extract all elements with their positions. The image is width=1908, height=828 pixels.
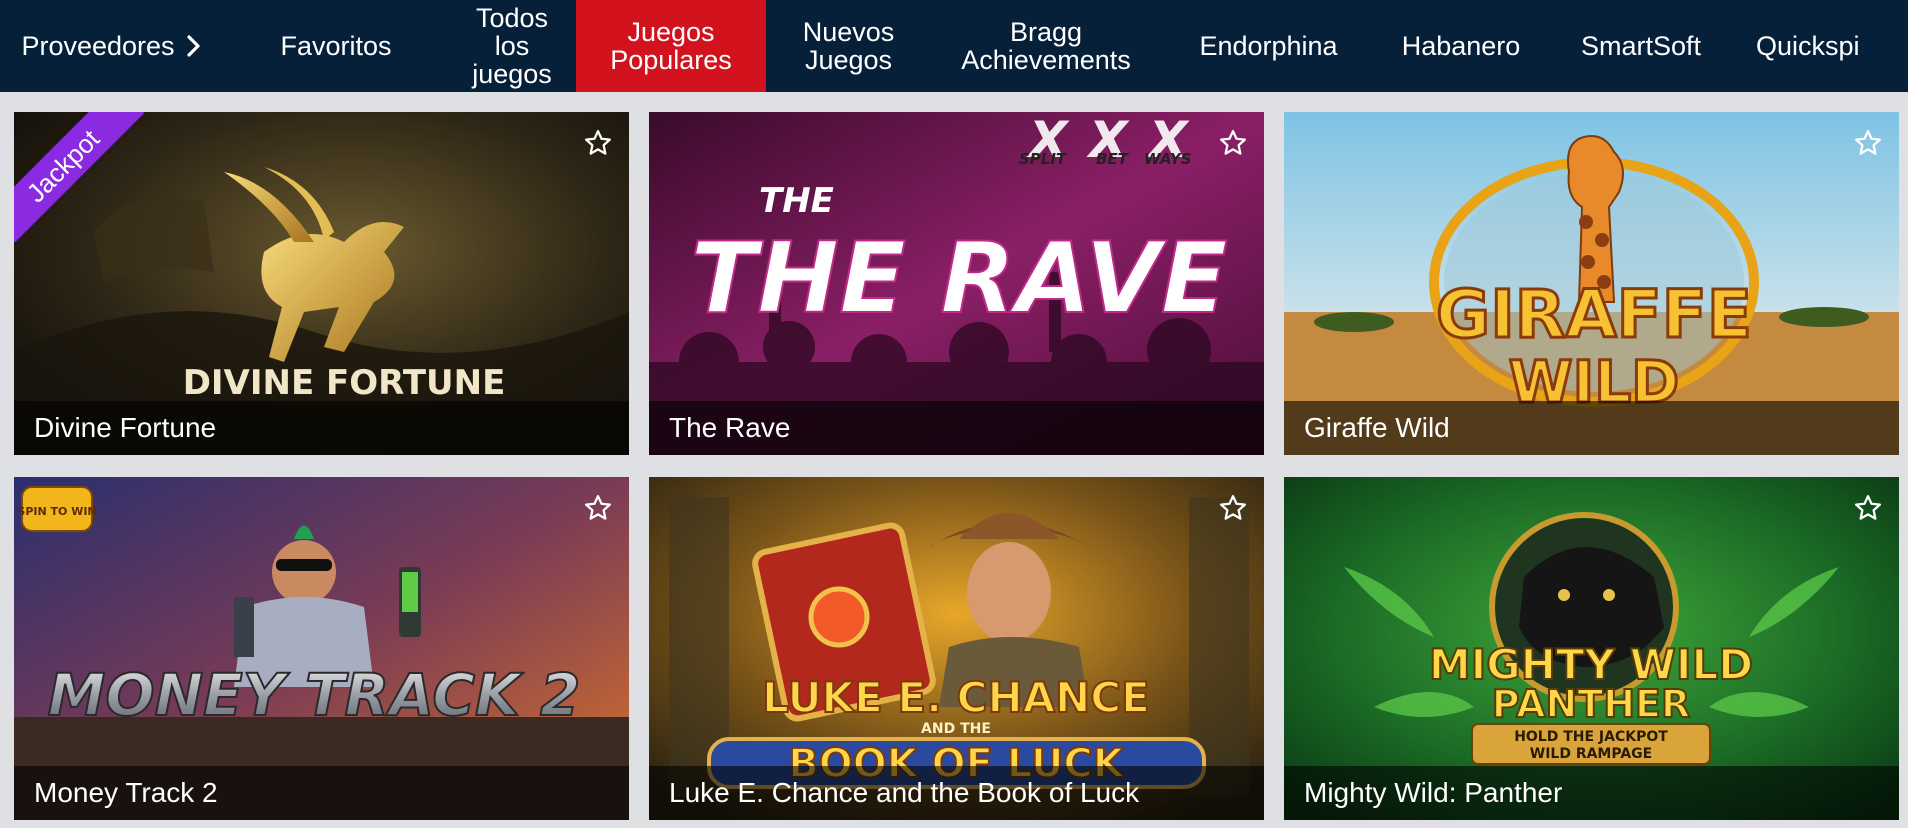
game-title: Money Track 2 — [14, 766, 629, 820]
game-art-title: DIVINE FORTUNE — [183, 363, 506, 403]
star-outline-icon — [585, 495, 611, 520]
feature-mark: WAYS — [1144, 150, 1192, 168]
game-title: The Rave — [649, 401, 1264, 455]
favorite-button[interactable] — [583, 128, 613, 158]
nav-item-endorphina[interactable]: Endorphina — [1161, 0, 1376, 92]
nav-item-providers[interactable]: Proveedores — [0, 0, 224, 92]
nav-item-label: Habanero — [1401, 31, 1521, 61]
game-title: Luke E. Chance and the Book of Luck — [649, 766, 1264, 820]
nav-item-habanero[interactable]: Habanero — [1376, 0, 1546, 92]
favorite-button[interactable] — [1218, 128, 1248, 158]
nav-item-label: Juegos Populares — [610, 17, 732, 75]
game-card-mighty-wild-panther[interactable]: MIGHTY WILD PANTHER HOLD THE JACKPOT WIL… — [1284, 477, 1899, 820]
nav-item-bragg-achievements[interactable]: Bragg Achievements — [931, 0, 1161, 92]
nav-item-label: Endorphina — [1199, 31, 1338, 61]
game-title: Giraffe Wild — [1284, 401, 1899, 455]
nav-item-smartsoft[interactable]: SmartSoft — [1546, 0, 1736, 92]
jackpot-badge: Jackpot — [14, 112, 144, 242]
game-art-title: GIRAFFE — [1436, 276, 1752, 353]
svg-text:SPIN TO WIN: SPIN TO WIN — [20, 505, 97, 518]
game-art-title: LUKE E. CHANCE — [762, 673, 1150, 722]
game-art-title: THE RAVE — [690, 222, 1227, 336]
favorite-button[interactable] — [1853, 493, 1883, 523]
star-outline-icon — [1855, 495, 1881, 520]
favorite-button[interactable] — [583, 493, 613, 523]
favorite-button[interactable] — [1218, 493, 1248, 523]
game-art-tagline: HOLD THE JACKPOT — [1514, 729, 1668, 745]
nav-item-label: Proveedores — [21, 31, 175, 61]
jackpot-ribbon: Jackpot — [14, 112, 144, 242]
feature-mark: BET — [1096, 150, 1130, 168]
nav-item-favorites[interactable]: Favoritos — [224, 0, 448, 92]
nav-item-label: Nuevos Juegos — [802, 17, 895, 75]
game-card-the-rave[interactable]: THE THE RAVE X X X SPLIT BET WAYS The Ra… — [649, 112, 1264, 455]
game-title: Divine Fortune — [14, 401, 629, 455]
chevron-right-icon — [186, 35, 200, 57]
game-card-divine-fortune[interactable]: DIVINE FORTUNE Jackpot Divine Fortune — [14, 112, 629, 455]
nav-item-quickspin[interactable]: Quickspi — [1736, 0, 1908, 92]
game-art-tagline: WILD RAMPAGE — [1530, 746, 1652, 762]
nav-item-label: Todos los juegos — [472, 3, 552, 89]
game-art-connector: AND THE — [921, 721, 991, 737]
nav-item-label: Bragg Achievements — [961, 17, 1131, 75]
spin-to-win-badge: SPIN TO WIN — [20, 486, 97, 532]
nav-item-label: Favoritos — [280, 31, 392, 61]
game-card-luke-e-chance[interactable]: LUKE E. CHANCE AND THE BOOK OF LUCK Luke… — [649, 477, 1264, 820]
nav-item-all-games[interactable]: Todos los juegos — [448, 0, 576, 92]
favorite-button[interactable] — [1853, 128, 1883, 158]
svg-text:THE: THE — [759, 181, 834, 221]
star-outline-icon — [1220, 130, 1246, 155]
game-card-money-track-2[interactable]: MONEY TRACK 2 SPIN TO WIN Money Track 2 — [14, 477, 629, 820]
star-outline-icon — [1855, 130, 1881, 155]
nav-item-popular-games[interactable]: Juegos Populares — [576, 0, 766, 92]
game-art-subtitle: PANTHER — [1492, 682, 1691, 726]
nav-item-new-games[interactable]: Nuevos Juegos — [766, 0, 931, 92]
star-outline-icon — [1220, 495, 1246, 520]
star-outline-icon — [585, 130, 611, 155]
nav-item-label: SmartSoft — [1580, 31, 1702, 61]
game-art-title: MONEY TRACK 2 — [48, 661, 581, 729]
nav-item-label: Quickspi — [1756, 31, 1860, 61]
game-grid: DIVINE FORTUNE Jackpot Divine Fortune TH… — [14, 112, 1900, 820]
game-card-giraffe-wild[interactable]: GIRAFFE WILD Giraffe Wild — [1284, 112, 1899, 455]
game-title: Mighty Wild: Panther — [1284, 766, 1899, 820]
provider-nav: Proveedores Favoritos Todos los juegos J… — [0, 0, 1908, 92]
feature-mark: SPLIT — [1019, 150, 1068, 168]
